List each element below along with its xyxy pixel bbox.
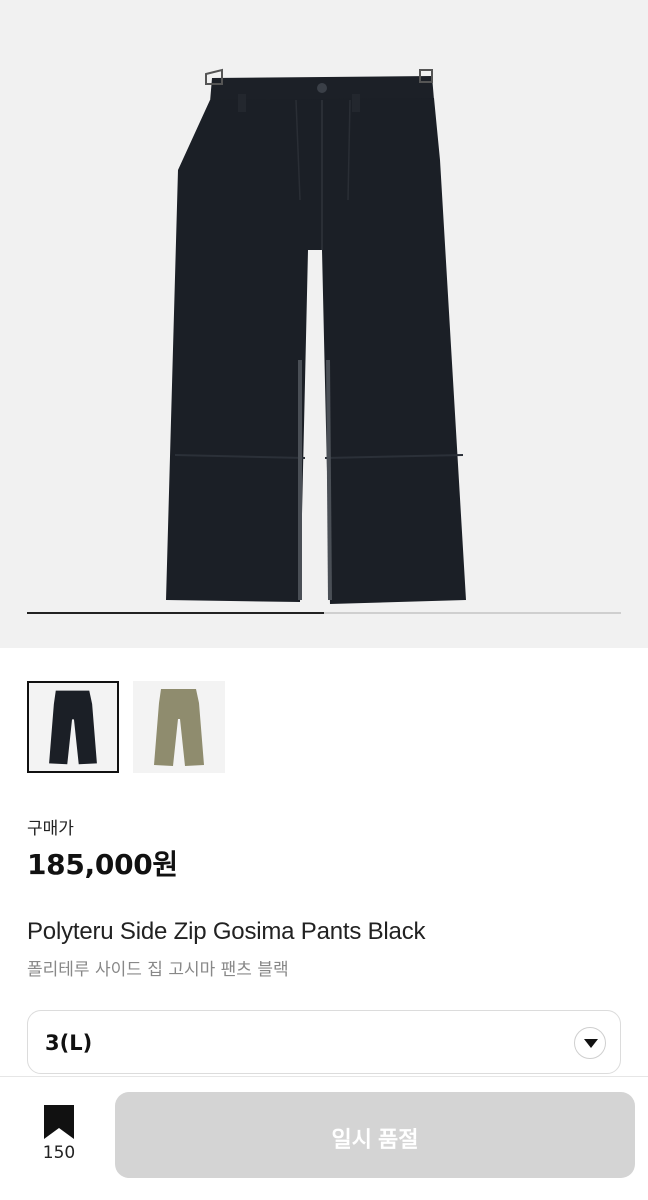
size-select[interactable]: 3(L) — [27, 1010, 621, 1074]
pants-black-image — [166, 68, 466, 604]
image-carousel-progress — [27, 612, 621, 614]
thumbnail-black[interactable] — [27, 681, 119, 773]
chevron-down-icon — [584, 1039, 598, 1048]
thumbnail-khaki[interactable] — [133, 681, 225, 773]
carousel-progress-fill — [27, 612, 324, 614]
price-label: 구매가 — [27, 819, 74, 839]
sold-out-button[interactable]: 일시 품절 — [115, 1092, 635, 1178]
product-main-image[interactable] — [0, 0, 648, 648]
product-name-english: Polyteru Side Zip Gosima Pants Black — [27, 918, 426, 945]
bookmark-button[interactable]: 150 — [30, 1103, 88, 1173]
thumbnail-list — [27, 681, 225, 773]
bookmark-count: 150 — [42, 1143, 76, 1163]
dropdown-button[interactable] — [574, 1027, 606, 1059]
sold-out-label: 일시 품절 — [331, 1127, 419, 1152]
price-value: 185,000원 — [27, 848, 178, 881]
product-name-korean: 폴리테루 사이드 집 고시마 팬츠 블랙 — [27, 960, 289, 980]
pants-khaki-thumbnail — [154, 689, 204, 766]
pants-black-thumbnail — [49, 690, 97, 765]
bottom-action-bar: 150 일시 품절 — [0, 1076, 648, 1200]
size-selected-value: 3(L) — [45, 1031, 93, 1055]
bookmark-icon — [44, 1105, 74, 1139]
